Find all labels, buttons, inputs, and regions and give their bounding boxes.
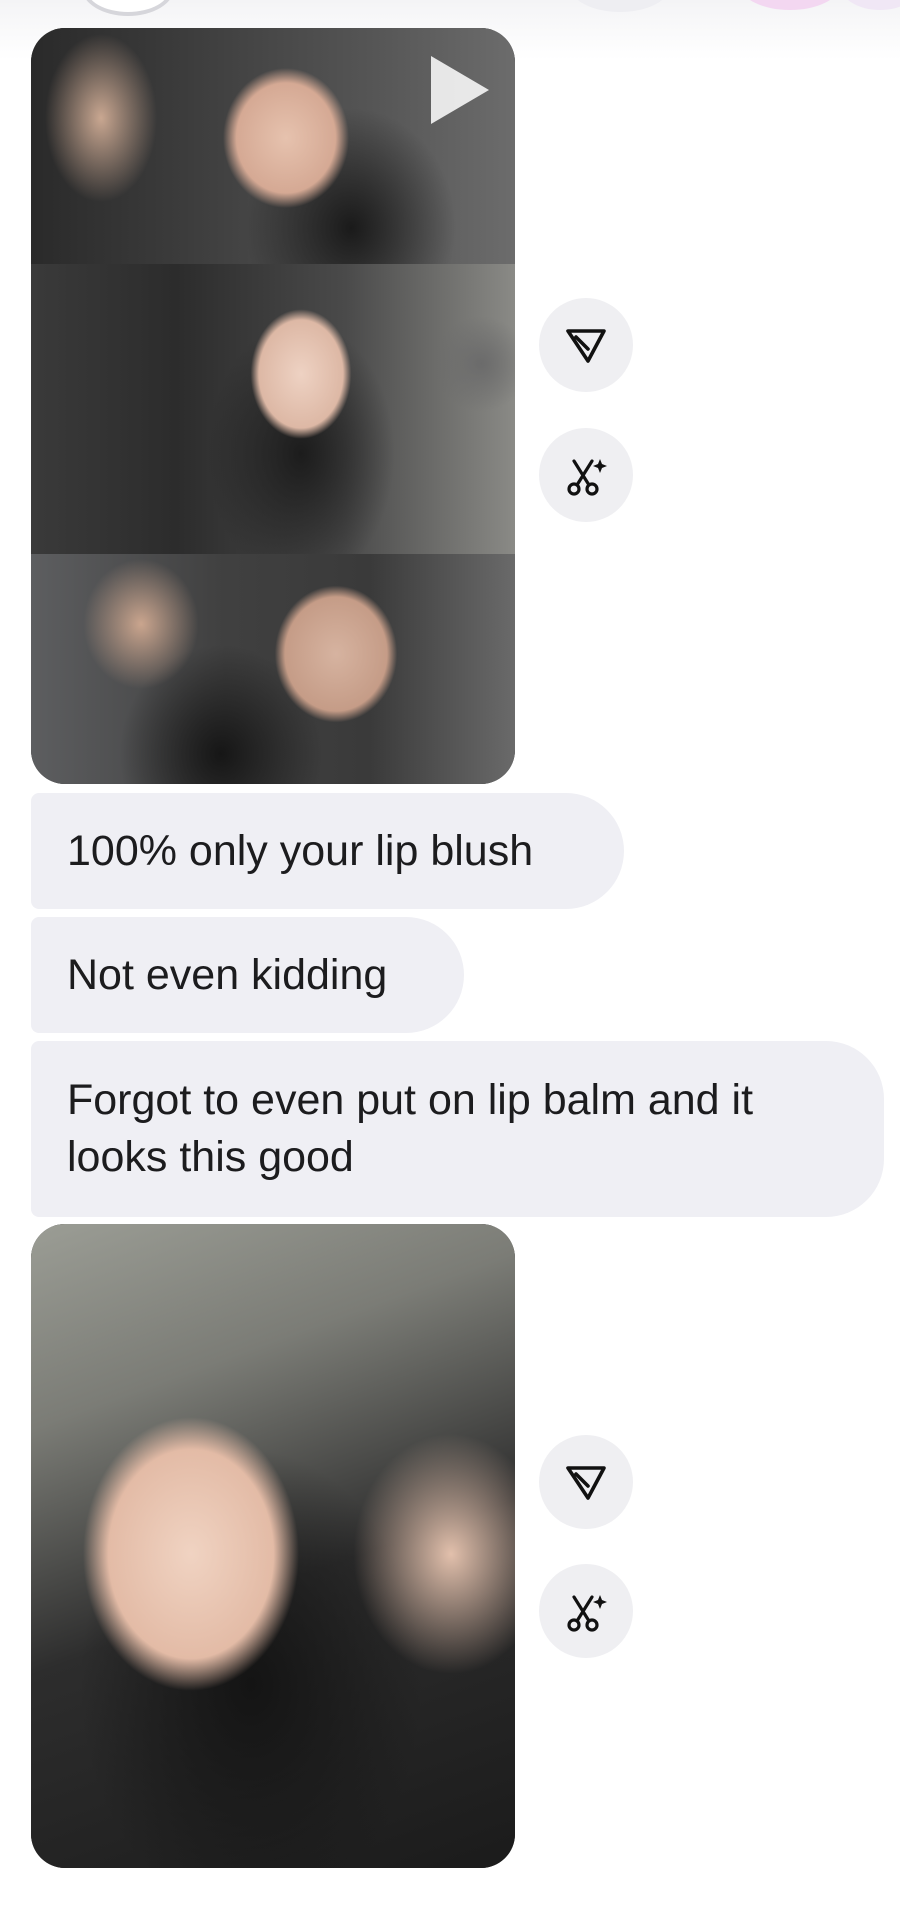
avatar[interactable] [840,0,900,10]
avatar[interactable] [740,0,840,10]
message-bubble[interactable]: 100% only your lip blush [31,793,624,909]
video-frame [31,264,515,554]
ai-edit-button[interactable] [539,1564,633,1658]
avatar[interactable] [570,0,670,12]
share-button[interactable] [539,1435,633,1529]
avatar[interactable] [82,0,174,16]
message-bubble[interactable]: Not even kidding [31,917,464,1033]
message-text: Forgot to even put on lip balm and it lo… [67,1076,754,1181]
scissors-sparkle-icon [567,1595,607,1632]
ai-edit-button[interactable] [539,428,633,522]
video-frame [31,554,515,784]
video-message[interactable] [31,28,515,784]
message-text: Not even kidding [67,950,388,999]
play-icon[interactable] [431,56,489,124]
share-button[interactable] [539,298,633,392]
scissors-sparkle-icon [567,459,607,496]
paper-plane-icon [566,1466,606,1500]
photo-message[interactable] [31,1224,515,1868]
message-bubble[interactable]: Forgot to even put on lip balm and it lo… [31,1041,884,1217]
paper-plane-icon [566,329,606,363]
message-text: 100% only your lip blush [67,826,534,875]
photo [31,1224,515,1868]
